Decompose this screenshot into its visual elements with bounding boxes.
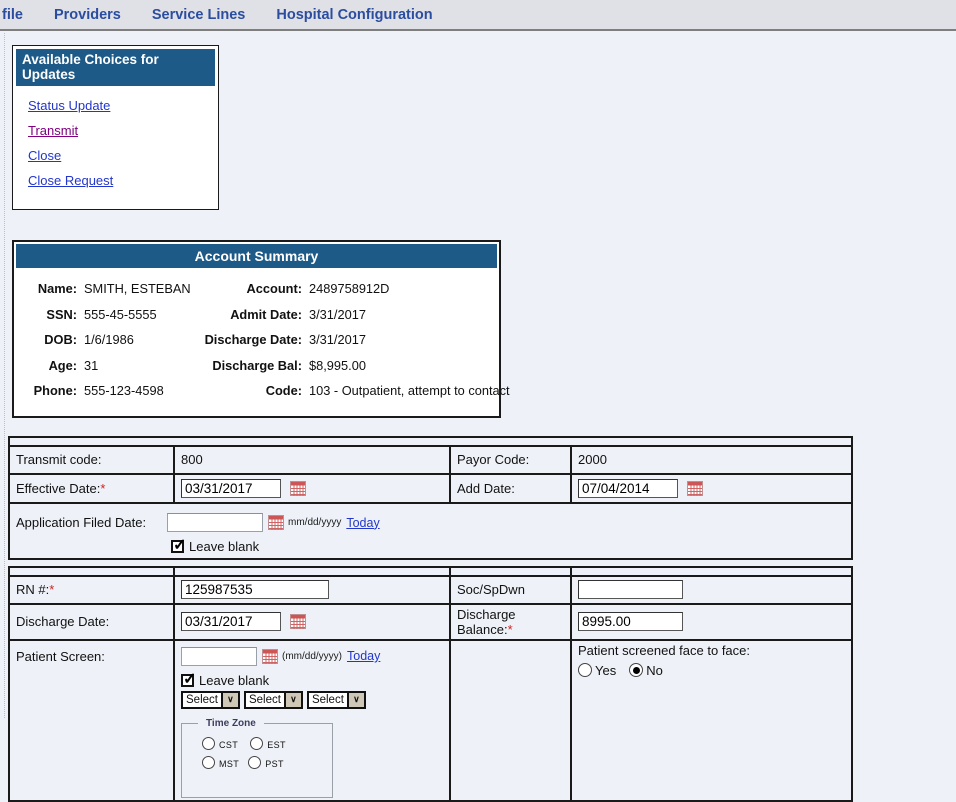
discharge-bal-value: $8,995.00	[309, 358, 510, 373]
phone-label: Phone:	[21, 383, 77, 398]
timezone-mst-label: MST	[219, 759, 239, 769]
account-summary-panel: Account Summary Name: SMITH, ESTEBAN Acc…	[12, 240, 501, 418]
payor-code-label: Payor Code:	[450, 446, 571, 474]
timezone-cst-label: CST	[219, 740, 238, 750]
transmit-code-label: Transmit code:	[9, 446, 174, 474]
required-marker: *	[49, 582, 54, 597]
timezone-est-label: EST	[267, 740, 286, 750]
date-format-hint: mm/dd/yyyy	[288, 517, 341, 528]
top-nav: file Providers Service Lines Hospital Co…	[0, 0, 956, 31]
patient-screen-select-1[interactable]: Select∨	[181, 691, 240, 709]
rn-number-label: RN #:*	[9, 576, 174, 604]
name-label: Name:	[21, 281, 77, 296]
soc-spdwn-label: Soc/SpDwn	[450, 576, 571, 604]
effective-date-label: Effective Date:*	[9, 474, 174, 503]
application-filed-date-input[interactable]	[167, 513, 263, 532]
calendar-icon[interactable]	[290, 481, 306, 496]
required-marker: *	[100, 481, 105, 496]
leave-blank-checkbox[interactable]	[171, 540, 184, 553]
patient-screen-leave-blank-checkbox[interactable]	[181, 674, 194, 687]
transmit-form-table: Transmit code: 800 Payor Code: 2000 Effe…	[8, 436, 853, 560]
age-value: 31	[84, 358, 192, 373]
time-zone-legend: Time Zone	[198, 718, 264, 729]
link-status-update[interactable]: Status Update	[28, 98, 215, 113]
leave-blank-label: Leave blank	[189, 539, 259, 554]
soc-spdwn-input[interactable]	[578, 580, 683, 599]
ssn-label: SSN:	[21, 307, 77, 322]
add-date-input[interactable]	[578, 479, 678, 498]
patient-screen-select-2[interactable]: Select∨	[244, 691, 303, 709]
chevron-down-icon: ∨	[347, 693, 364, 707]
timezone-mst-radio[interactable]	[202, 756, 215, 769]
nav-item-service-lines[interactable]: Service Lines	[152, 7, 246, 23]
patient-screen-label: Patient Screen:	[9, 640, 174, 801]
required-marker: *	[508, 622, 513, 637]
available-choices-header: Available Choices for Updates	[16, 49, 215, 86]
timezone-cst-radio[interactable]	[202, 737, 215, 750]
spacer-cell	[9, 567, 174, 576]
dob-label: DOB:	[21, 332, 77, 347]
age-label: Age:	[21, 358, 77, 373]
discharge-bal-label: Discharge Bal:	[199, 358, 302, 373]
patient-screen-date-input[interactable]	[181, 647, 257, 666]
discharge-balance-label: Discharge Balance:*	[450, 604, 571, 640]
screened-face-to-face-question: Patient screened face to face:	[578, 643, 847, 658]
spacer-cell	[571, 567, 852, 576]
payor-code-value: 2000	[571, 446, 852, 474]
spacer-cell	[450, 567, 571, 576]
code-label: Code:	[199, 383, 302, 398]
calendar-icon[interactable]	[290, 614, 306, 629]
ssn-value: 555-45-5555	[84, 307, 192, 322]
today-link[interactable]: Today	[347, 649, 380, 663]
admit-date-label: Admit Date:	[199, 307, 302, 322]
link-transmit[interactable]: Transmit	[28, 123, 215, 138]
account-summary-grid: Name: SMITH, ESTEBAN Account: 2489758912…	[16, 268, 497, 414]
account-value: 2489758912D	[309, 281, 510, 296]
spacer-cell	[174, 567, 450, 576]
timezone-pst-label: PST	[265, 759, 284, 769]
empty-cell	[450, 640, 571, 801]
time-zone-fieldset: Time Zone CST EST MST PST	[181, 718, 333, 798]
available-choices-panel: Available Choices for Updates Status Upd…	[12, 45, 219, 210]
today-link[interactable]: Today	[346, 516, 379, 530]
date-format-hint: (mm/dd/yyyy)	[282, 651, 342, 662]
chevron-down-icon: ∨	[221, 693, 238, 707]
discharge-date-label: Discharge Date:	[199, 332, 302, 347]
link-close-request[interactable]: Close Request	[28, 173, 215, 188]
spacer-row	[9, 437, 852, 446]
discharge-date-input[interactable]	[181, 612, 281, 631]
name-value: SMITH, ESTEBAN	[84, 281, 192, 296]
screened-no-radio[interactable]	[629, 663, 643, 677]
timezone-pst-radio[interactable]	[248, 756, 261, 769]
admit-date-value: 3/31/2017	[309, 307, 510, 322]
calendar-icon[interactable]	[262, 649, 278, 664]
discharge-date-value: 3/31/2017	[309, 332, 510, 347]
screened-no-label: No	[646, 663, 663, 678]
nav-item-hospital-configuration[interactable]: Hospital Configuration	[276, 7, 432, 23]
dob-value: 1/6/1986	[84, 332, 192, 347]
effective-date-input[interactable]	[181, 479, 281, 498]
screened-yes-label: Yes	[595, 663, 616, 678]
phone-value: 555-123-4598	[84, 383, 192, 398]
chevron-down-icon: ∨	[284, 693, 301, 707]
add-date-label: Add Date:	[450, 474, 571, 503]
account-label: Account:	[199, 281, 302, 296]
transmit-code-value: 800	[174, 446, 450, 474]
nav-item-providers[interactable]: Providers	[54, 7, 121, 23]
leave-blank-label: Leave blank	[199, 673, 269, 688]
timezone-est-radio[interactable]	[250, 737, 263, 750]
nav-item-file[interactable]: file	[2, 7, 23, 23]
link-close[interactable]: Close	[28, 148, 215, 163]
discharge-balance-input[interactable]	[578, 612, 683, 631]
discharge-form-table: RN #:* Soc/SpDwn Discharge Date: Dischar…	[8, 566, 853, 802]
calendar-icon[interactable]	[268, 515, 284, 530]
screened-yes-radio[interactable]	[578, 663, 592, 677]
calendar-icon[interactable]	[687, 481, 703, 496]
patient-screen-select-3[interactable]: Select∨	[307, 691, 366, 709]
application-filed-date-label: Application Filed Date:	[16, 515, 167, 530]
discharge-date-field-label: Discharge Date:	[9, 604, 174, 640]
rn-number-input[interactable]	[181, 580, 329, 599]
code-value: 103 - Outpatient, attempt to contact	[309, 383, 510, 398]
account-summary-header: Account Summary	[16, 244, 497, 268]
